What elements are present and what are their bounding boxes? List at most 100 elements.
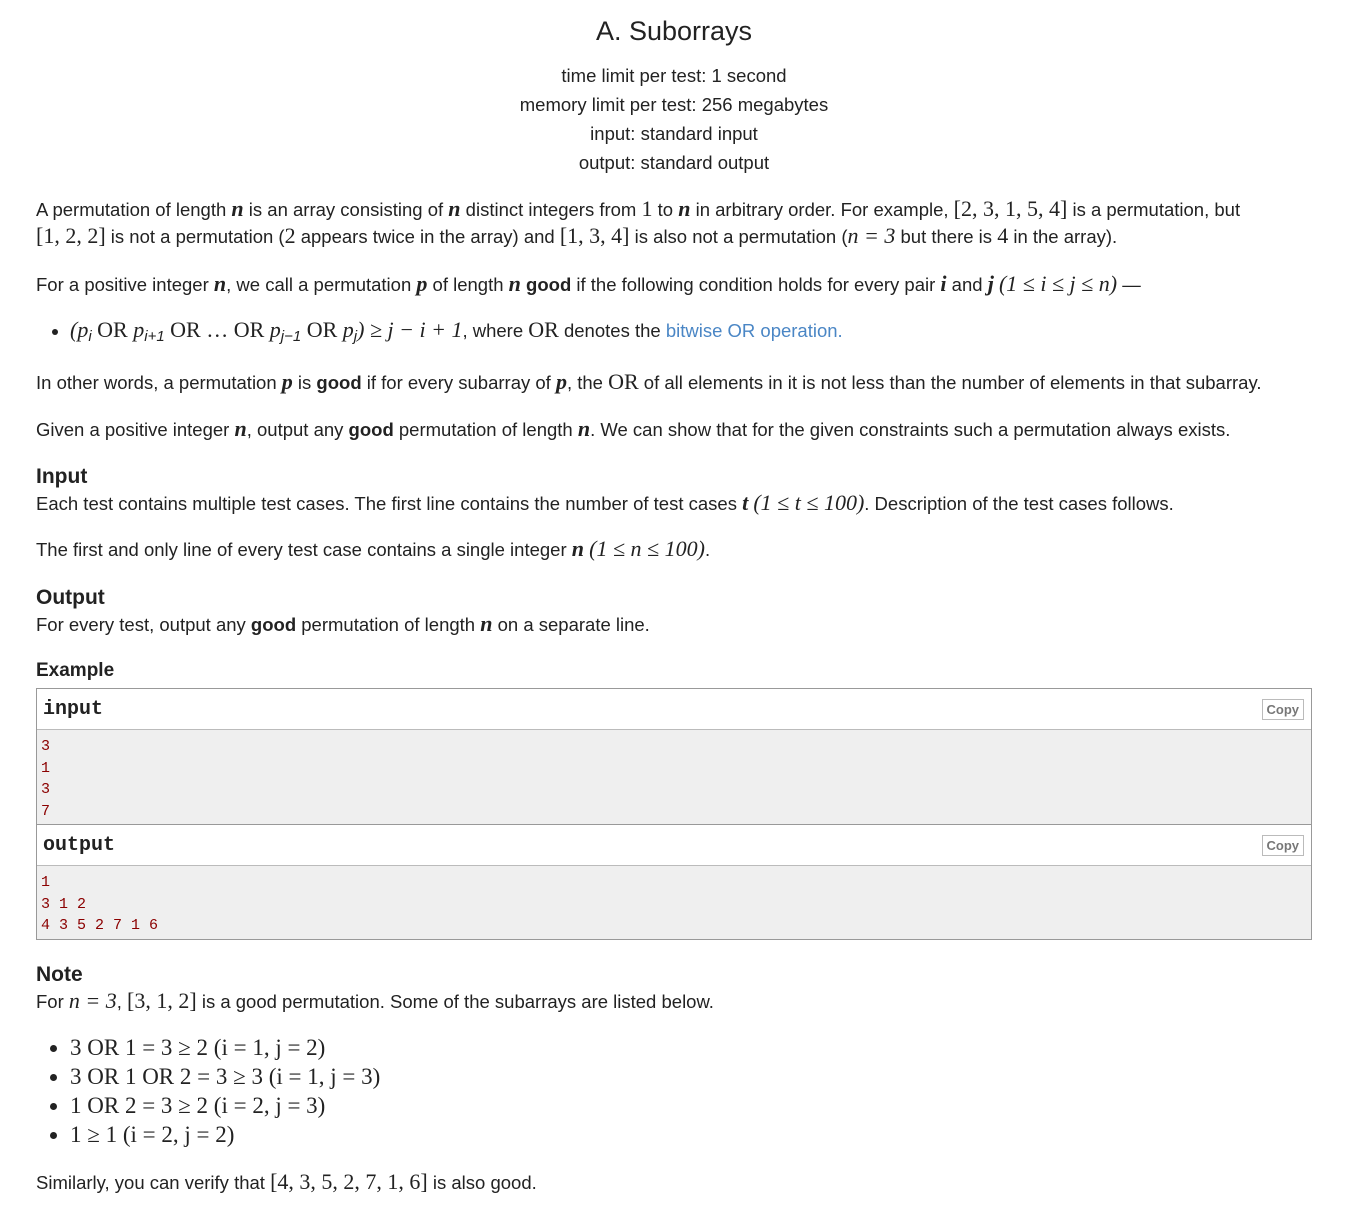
text: distinct integers from — [460, 199, 642, 220]
text: if the following condition holds for eve… — [571, 274, 941, 295]
text: is a permutation, but — [1067, 199, 1241, 220]
text: in the array). — [1008, 226, 1118, 247]
math-p: p — [342, 317, 354, 342]
math-range-ij: (1 ≤ i ≤ j ≤ n) — [998, 271, 1118, 296]
memory-limit: memory limit per test: 256 megabytes — [519, 94, 829, 115]
text: but there is — [895, 226, 998, 247]
math-n: n — [213, 271, 227, 296]
text: is a good permutation. Some of the subar… — [196, 990, 714, 1012]
math-two: 2 — [284, 223, 296, 248]
math-sub: j−1 — [280, 328, 302, 345]
text: . We can show that for the given constra… — [590, 419, 1231, 440]
text: is not a permutation ( — [105, 226, 285, 247]
text: on a separate line. — [492, 614, 650, 635]
copy-input-button[interactable]: Copy — [1261, 698, 1304, 720]
note-item: 3 OR 1 OR 2 = 3 ≥ 3 (i = 1, j = 3) — [70, 1062, 1312, 1091]
condition-list: (pi OR pi+1 OR … OR pj−1 OR pj) ≥ j − i … — [36, 315, 1312, 351]
text: is an array consisting of — [243, 199, 449, 220]
math-n: n — [571, 536, 585, 561]
math-p: p — [555, 369, 567, 394]
math-n: n — [234, 416, 247, 441]
math-n: n — [577, 416, 591, 441]
input-line: 3 — [41, 738, 51, 755]
math-t: t — [742, 490, 749, 515]
bold-good: good — [250, 614, 297, 635]
text: Similarly, you can verify that — [36, 1171, 271, 1193]
text: permutation of length — [393, 419, 578, 440]
text: of all elements in it is not less than t… — [638, 372, 1262, 393]
statement-paragraph-2: For a positive integer n, we call a perm… — [36, 271, 1312, 298]
output-box-header: output Copy — [37, 824, 1311, 866]
bold-good: good — [348, 419, 394, 440]
text: — — [1117, 274, 1141, 295]
input-line: 1 — [41, 759, 51, 777]
text: permutation of length — [296, 614, 481, 635]
math-n: n — [678, 196, 691, 221]
math-sub: i+1 — [144, 328, 165, 345]
math-bad-example-2: [1, 3, 4] — [559, 223, 630, 248]
output-line: 1 — [41, 874, 51, 891]
output-spec: output: standard output — [578, 152, 770, 173]
text: is also good. — [427, 1171, 537, 1193]
input-paragraph-2: The first and only line of every test ca… — [36, 536, 1312, 563]
math-p: p — [281, 369, 293, 394]
time-limit: time limit per test: 1 second — [561, 65, 787, 86]
output-box-content: 1 3 1 2 4 3 5 2 7 1 6 — [37, 866, 1311, 939]
example-box: input Copy 3 1 3 7 output Copy 1 3 1 2 4… — [36, 688, 1312, 940]
text: appears twice in the array) and — [295, 226, 560, 247]
text: , — [116, 990, 128, 1012]
math-one: 1 — [641, 196, 653, 221]
input-heading: Input — [36, 465, 88, 488]
note-item: 1 OR 2 = 3 ≥ 2 (i = 2, j = 3) — [70, 1091, 1312, 1120]
input-box-content: 3 1 3 7 — [37, 730, 1311, 824]
output-line: 3 1 2 — [41, 895, 87, 913]
text: A permutation of length — [36, 199, 232, 220]
bold-good: good — [526, 274, 572, 295]
note-item: 1 ≥ 1 (i = 2, j = 2) — [70, 1120, 1312, 1149]
text: of length — [427, 274, 509, 295]
math-n-range: (1 ≤ n ≤ 100) — [589, 536, 705, 561]
math-j: j — [987, 271, 994, 296]
problem-statement: A. Suborrays time limit per test: 1 seco… — [36, 16, 1312, 1196]
text: . — [704, 539, 711, 560]
math-dots: OR … OR — [164, 317, 270, 342]
math-n-eq-3: n = 3 — [68, 987, 117, 1013]
math-OR: OR — [608, 369, 639, 394]
text: , where — [462, 320, 529, 341]
output-box-title: output — [43, 833, 116, 857]
math-n: n — [508, 271, 521, 296]
input-paragraph-1: Each test contains multiple test cases. … — [36, 490, 1312, 517]
output-line: 4 3 5 2 7 1 6 — [41, 917, 159, 934]
text: Each test contains multiple test cases. … — [36, 493, 743, 514]
text: For a positive integer — [36, 274, 214, 295]
math-note-big-permutation: [4, 3, 5, 2, 7, 1, 6] — [270, 1168, 428, 1194]
text: , the — [566, 372, 609, 393]
limits-block: time limit per test: 1 second memory lim… — [36, 61, 1312, 177]
text: In other words, a permutation — [36, 372, 282, 393]
math-four: 4 — [997, 223, 1009, 248]
math-n: n — [448, 196, 461, 221]
output-heading: Output — [36, 586, 105, 609]
text: For every test, output any — [36, 614, 251, 635]
input-spec: input: standard input — [590, 123, 758, 144]
output-paragraph: For every test, output any good permutat… — [36, 611, 1312, 638]
text: , output any — [246, 419, 349, 440]
statement-paragraph-3: In other words, a permutation p is good … — [36, 369, 1312, 396]
math-or: OR — [91, 317, 134, 342]
note-paragraph-1: For n = 3, [3, 1, 2] is a good permutati… — [36, 988, 1312, 1015]
math-t-range: (1 ≤ t ≤ 100) — [753, 490, 865, 515]
math-p: p — [416, 271, 428, 296]
math-or: OR — [301, 317, 343, 342]
input-box-header: input Copy — [37, 689, 1311, 730]
copy-output-button[interactable]: Copy — [1261, 834, 1304, 856]
input-line: 3 — [41, 781, 51, 798]
bold-good: good — [316, 372, 362, 393]
bitwise-or-link[interactable]: bitwise OR operation. — [666, 320, 843, 341]
input-line: 7 — [41, 802, 51, 820]
text: is — [292, 372, 317, 393]
note-heading: Note — [36, 962, 83, 986]
math-cond-open: (p — [70, 317, 89, 342]
text: , we call a permutation — [226, 274, 417, 295]
condition-item: (pi OR pi+1 OR … OR pj−1 OR pj) ≥ j − i … — [70, 315, 1312, 351]
math-p: p — [133, 317, 145, 342]
